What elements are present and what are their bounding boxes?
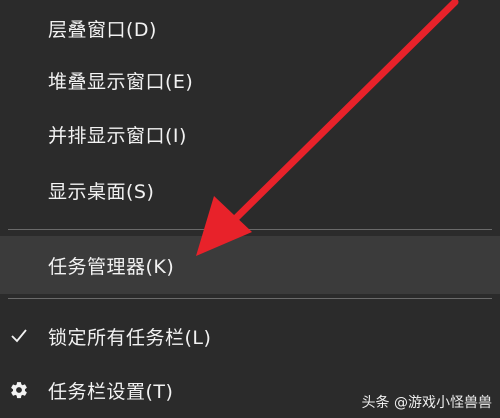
menu-item-stack-windows[interactable]: 堆叠显示窗口(E) [0, 52, 500, 108]
menu-item-task-manager[interactable]: 任务管理器(K) [0, 236, 500, 294]
menu-item-lock-taskbars[interactable]: 锁定所有任务栏(L) [0, 308, 500, 364]
gear-icon [8, 379, 30, 401]
menu-divider [8, 229, 492, 230]
menu-item-show-desktop[interactable]: 显示桌面(S) [0, 162, 500, 218]
taskbar-context-menu: 层叠窗口(D) 堆叠显示窗口(E) 并排显示窗口(I) 显示桌面(S) 任务管理… [0, 0, 500, 418]
menu-item-cascade-windows[interactable]: 层叠窗口(D) [0, 0, 500, 56]
checkmark-icon [8, 325, 30, 347]
menu-item-label: 显示桌面(S) [48, 180, 155, 203]
menu-item-label: 并排显示窗口(I) [48, 124, 187, 147]
menu-item-label: 层叠窗口(D) [48, 18, 157, 41]
menu-divider [8, 298, 492, 299]
menu-item-label: 堆叠显示窗口(E) [48, 70, 194, 93]
menu-item-label: 任务管理器(K) [48, 255, 175, 278]
menu-item-label: 锁定所有任务栏(L) [48, 326, 212, 349]
menu-item-label: 任务栏设置(T) [48, 380, 174, 403]
menu-item-side-by-side-windows[interactable]: 并排显示窗口(I) [0, 106, 500, 162]
watermark: 头条 @游戏小怪兽兽 [361, 395, 492, 411]
